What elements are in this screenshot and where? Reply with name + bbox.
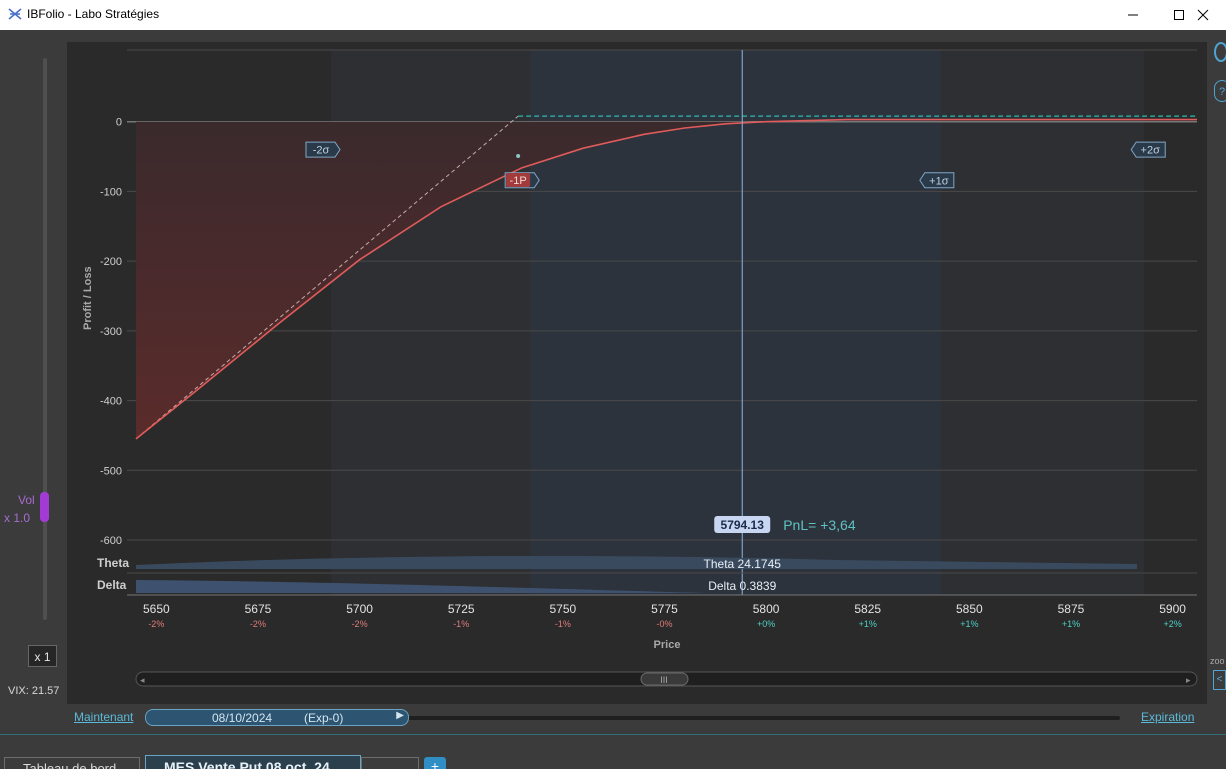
date-value: 08/10/2024 xyxy=(212,711,273,725)
chart-panel: -2σ-1σ+1σ+2σ -1P 5794.13 PnL= +3,64 Thet… xyxy=(67,42,1207,704)
gear-icon[interactable] xyxy=(1214,42,1226,62)
x-tick-label: 5725 xyxy=(448,602,475,616)
x-tick-pct: -2% xyxy=(148,619,164,629)
add-tab-button[interactable]: + xyxy=(424,757,446,769)
position-badge-label: -1P xyxy=(510,175,527,187)
vol-multiplier: x 1.0 xyxy=(4,511,31,525)
theta-readout: Theta 24.1745 xyxy=(704,557,782,571)
vol-slider-thumb[interactable] xyxy=(40,492,49,522)
y-tick-label: -100 xyxy=(100,186,122,198)
x1-button[interactable]: x 1 xyxy=(28,645,57,667)
help-icon[interactable]: ? xyxy=(1214,80,1226,102)
x-tick-label: 5900 xyxy=(1159,602,1186,616)
now-link[interactable]: Maintenant xyxy=(74,710,133,724)
x-axis-label: Price xyxy=(654,639,681,651)
x-tick-label: 5775 xyxy=(651,602,678,616)
y-tick-label: -500 xyxy=(100,465,122,477)
x-tick-label: 5875 xyxy=(1058,602,1085,616)
tab-dashboard[interactable]: Tableau de bord xyxy=(4,757,140,769)
x-tick-label: 5675 xyxy=(245,602,272,616)
x-tick-label: 5800 xyxy=(753,602,780,616)
x-tick-pct: +1% xyxy=(1062,619,1080,629)
sigma-marker-label: -2σ xyxy=(313,145,330,157)
exp-value: (Exp-0) xyxy=(304,711,344,725)
zoom-label: zoo xyxy=(1210,656,1225,666)
y-tick-label: -400 xyxy=(100,396,122,408)
tab-strategy[interactable]: MES Vente Put 08 oct. 24 xyxy=(145,755,361,769)
y-tick-label: -200 xyxy=(100,256,122,268)
y-tick-label: -600 xyxy=(100,535,122,547)
x-tick-pct: +2% xyxy=(1163,619,1181,629)
y-tick-label: -300 xyxy=(100,326,122,338)
minimize-button[interactable] xyxy=(1110,0,1156,30)
payoff-chart[interactable]: -2σ-1σ+1σ+2σ -1P 5794.13 PnL= +3,64 Thet… xyxy=(67,42,1207,704)
expiration-link[interactable]: Expiration xyxy=(1141,710,1194,724)
vix-readout: VIX: 21.57 xyxy=(8,685,60,697)
x-tick-label: 5850 xyxy=(956,602,983,616)
tab-empty[interactable] xyxy=(361,757,419,769)
x-tick-label: 5700 xyxy=(346,602,373,616)
y-tick-label: 0 xyxy=(116,117,122,129)
date-slider-thumb[interactable]: 08/10/2024 (Exp-0) ▶ xyxy=(145,709,409,726)
vol-slider-track[interactable] xyxy=(43,58,47,620)
x-tick-label: 5650 xyxy=(143,602,170,616)
window-title: IBFolio - Labo Stratégies xyxy=(27,7,160,21)
scrollbar-grip: III xyxy=(660,675,668,685)
x-tick-label: 5825 xyxy=(854,602,881,616)
play-arrow-icon[interactable]: ▶ xyxy=(396,710,404,721)
x-tick-pct: +1% xyxy=(960,619,978,629)
close-icon xyxy=(1197,9,1209,21)
minimize-icon xyxy=(1128,14,1138,16)
close-button[interactable] xyxy=(1180,0,1226,30)
x-tick-pct: -2% xyxy=(352,619,368,629)
delta-readout: Delta 0.3839 xyxy=(708,579,776,593)
title-bar: IBFolio - Labo Stratégies xyxy=(0,0,1226,30)
sigma-marker-label: +1σ xyxy=(929,175,949,187)
scroll-right-arrow[interactable]: ▸ xyxy=(1186,675,1191,685)
zoom-button[interactable]: < xyxy=(1213,670,1226,690)
x-tick-pct: -2% xyxy=(250,619,266,629)
vol-label: Vol xyxy=(18,493,35,507)
scroll-left-arrow[interactable]: ◂ xyxy=(140,675,145,685)
delta-row-label: Delta xyxy=(97,578,127,592)
horizontal-scrollbar[interactable]: ◂ ▸ III xyxy=(135,671,1198,687)
right-toolbar xyxy=(1207,42,1226,704)
y-axis-label: Profit / Loss xyxy=(82,266,94,330)
x-tick-pct: +0% xyxy=(757,619,775,629)
x-tick-pct: -0% xyxy=(656,619,672,629)
x-tick-pct: +1% xyxy=(859,619,877,629)
theta-row-label: Theta xyxy=(97,556,129,570)
current-price-label: 5794.13 xyxy=(721,518,765,532)
pnl-label: PnL= +3,64 xyxy=(783,517,856,533)
x-tick-label: 5750 xyxy=(549,602,576,616)
app-icon xyxy=(8,8,22,20)
sigma-marker-label: +2σ xyxy=(1141,145,1161,157)
x-tick-pct: -1% xyxy=(453,619,469,629)
x-tick-pct: -1% xyxy=(555,619,571,629)
position-dot xyxy=(516,154,521,159)
